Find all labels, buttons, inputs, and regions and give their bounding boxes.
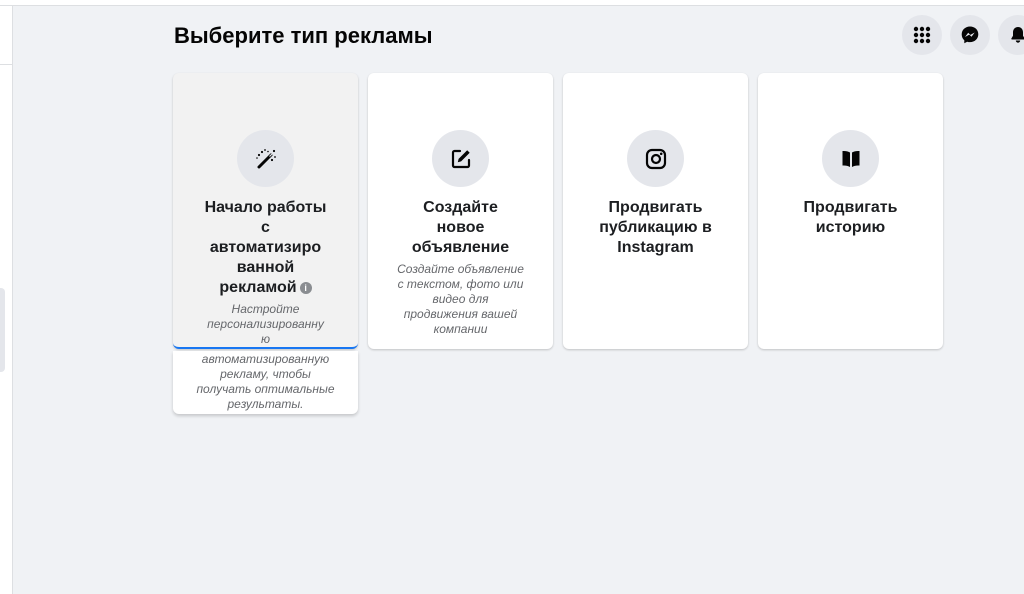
- page-title: Выберите тип рекламы: [174, 23, 433, 48]
- card-title-line: с: [261, 219, 270, 236]
- card-title-line: новое: [436, 219, 485, 236]
- card-title-line: публикацию в: [599, 219, 712, 236]
- card-description-line: Создайте объявление: [397, 262, 524, 276]
- card-title-line: рекламой: [219, 279, 297, 296]
- card-description-line: Настройте: [231, 302, 300, 316]
- ad-type-card-story[interactable]: Продвигать историю: [758, 73, 943, 349]
- card-description-line: результаты.: [227, 397, 304, 411]
- messenger-button[interactable]: [950, 15, 990, 55]
- card-title: Продвигать историю: [758, 198, 943, 238]
- card-description: Настройте персонализированну ю: [173, 302, 358, 347]
- card-description-line: автоматизированную: [201, 352, 330, 366]
- card-title: Начало работы с автоматизиро ванной рекл…: [173, 198, 358, 298]
- card-description-line: продвижения вашей: [403, 307, 518, 321]
- card-description-line: рекламу, чтобы: [220, 367, 311, 381]
- menu-grid-icon: [913, 26, 931, 44]
- bell-icon: [1011, 27, 1024, 43]
- card-title: Создайте новое объявление: [368, 198, 553, 258]
- card-description-line: получать оптимальные: [196, 382, 335, 396]
- sidebar-collapse-handle[interactable]: [0, 288, 5, 372]
- card-description-line: ю: [260, 332, 271, 346]
- card-description-line: персонализированну: [207, 317, 324, 331]
- icon-circle: [822, 130, 879, 187]
- info-icon[interactable]: i: [299, 281, 312, 294]
- magic-wand-icon: [255, 148, 276, 168]
- card-title-line: Начало работы: [204, 199, 327, 216]
- card-description-line: видео для: [432, 292, 489, 306]
- instagram-icon: [645, 148, 666, 169]
- icon-circle: [627, 130, 684, 187]
- card-title-line: Продвигать: [803, 199, 898, 216]
- card-description-line: с текстом, фото или: [397, 277, 524, 291]
- card-description: Создайте объявление с текстом, фото или …: [368, 262, 553, 337]
- messenger-icon: [961, 26, 979, 44]
- card-title-line: Создайте: [423, 199, 498, 216]
- edit-icon: [451, 149, 470, 168]
- notifications-button[interactable]: [998, 15, 1024, 55]
- top-edge: [0, 0, 1024, 6]
- card-description-line: компании: [433, 322, 488, 336]
- sidebar-divider: [0, 64, 12, 65]
- menu-button[interactable]: [902, 15, 942, 55]
- ad-type-card-instagram[interactable]: Продвигать публикацию в Instagram: [563, 73, 748, 349]
- card-title-line: историю: [815, 219, 886, 236]
- card-title-line: Продвигать: [608, 199, 703, 216]
- card-title-line: Instagram: [617, 239, 694, 256]
- card-title-line: объявление: [411, 239, 510, 256]
- card-description-overflow: автоматизированную рекламу, чтобы получа…: [173, 351, 358, 414]
- card-title-line: ванной: [236, 259, 295, 276]
- card-title: Продвигать публикацию в Instagram: [563, 198, 748, 258]
- card-title-line: автоматизиро: [209, 239, 322, 256]
- icon-circle: [432, 130, 489, 187]
- icon-circle: [237, 130, 294, 187]
- ad-type-card-new-ad[interactable]: Создайте новое объявление Создайте объяв…: [368, 73, 553, 349]
- book-icon: [842, 150, 859, 167]
